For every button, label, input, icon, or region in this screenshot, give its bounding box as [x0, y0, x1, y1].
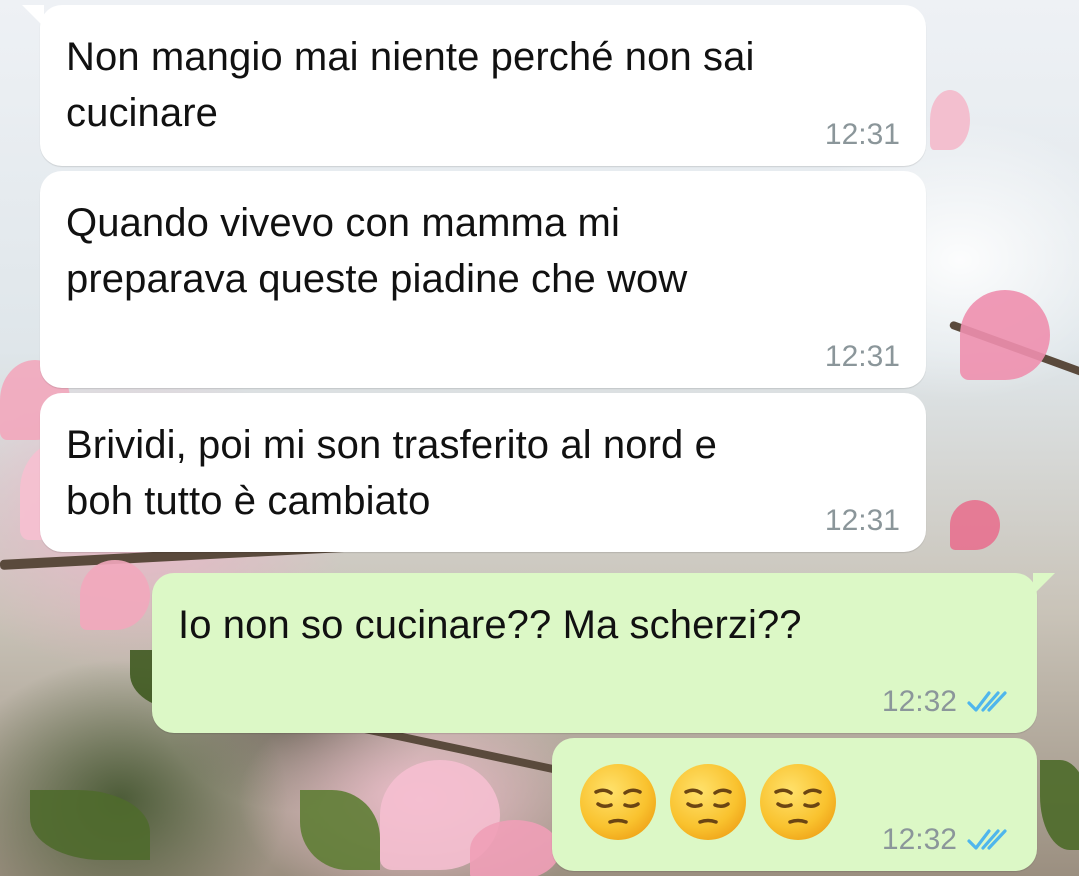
bubble-tail [22, 5, 44, 27]
message-text: Non mangio mai niente perché non sai cuc… [66, 29, 754, 141]
incoming-message[interactable]: Non mangio mai niente perché non sai cuc… [22, 5, 926, 166]
message-text-line: Quando vivevo con mamma mi [66, 201, 620, 245]
message-text-line: cucinare [66, 91, 218, 135]
message-text: Brividi, poi mi son trasferito al nord e… [66, 417, 717, 529]
message-meta: 12:31 [825, 340, 900, 374]
message-timestamp: 12:31 [824, 340, 900, 373]
message-timestamp: 12:31 [824, 504, 900, 537]
incoming-message[interactable]: Brividi, poi mi son trasferito al nord e… [40, 393, 926, 552]
message-text: Quando vivevo con mamma mi preparava que… [66, 195, 687, 307]
message-meta: 12:32 [882, 685, 1011, 719]
message-timestamp: 12:32 [881, 823, 957, 856]
message-text-line: Non mangio mai niente perché non sai [66, 35, 755, 79]
pensive-face-emoji-icon [760, 764, 836, 840]
outgoing-message[interactable]: 12:32 [552, 738, 1037, 871]
message-meta: 12:32 [882, 823, 1011, 857]
message-timestamp: 12:31 [824, 118, 900, 151]
bubble-tail [1033, 573, 1055, 595]
message-text-line: preparava queste piadine che wow [66, 257, 688, 301]
message-meta: 12:31 [825, 504, 900, 538]
message-text: Io non so cucinare?? Ma scherzi?? [178, 597, 802, 653]
double-check-icon [967, 829, 1007, 850]
message-meta: 12:31 [825, 118, 900, 152]
pensive-face-emoji-icon [580, 764, 656, 840]
message-text-line: Brividi, poi mi son trasferito al nord e [66, 423, 717, 467]
double-check-icon [967, 691, 1007, 712]
message-text-line: boh tutto è cambiato [66, 479, 431, 523]
message-text-line: Io non so cucinare?? Ma scherzi?? [178, 603, 802, 647]
pensive-face-emoji-icon [670, 764, 746, 840]
emoji-row [578, 762, 838, 842]
outgoing-message[interactable]: Io non so cucinare?? Ma scherzi?? 12:32 [152, 573, 1055, 733]
incoming-message[interactable]: Quando vivevo con mamma mi preparava que… [40, 171, 926, 388]
message-timestamp: 12:32 [881, 685, 957, 718]
